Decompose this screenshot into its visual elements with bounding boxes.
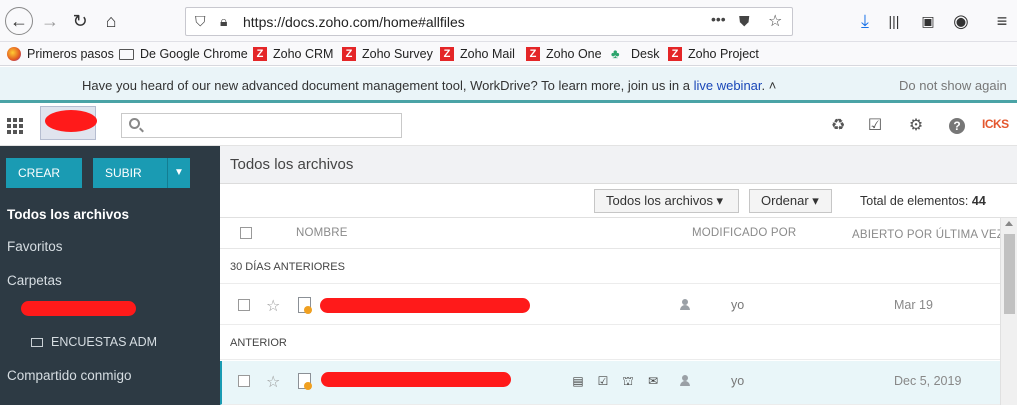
url-text[interactable]: https://docs.zoho.com/home#allfiles — [243, 14, 465, 30]
bookmark-zoho-mail[interactable]: Z Zoho Mail — [440, 46, 515, 62]
filter-dropdown[interactable]: Todos los archivos ▾ — [594, 189, 739, 213]
redaction-mark — [21, 301, 136, 316]
bookmark-primeros-pasos[interactable]: Primeros pasos — [7, 46, 114, 62]
browser-toolbar: ← → ↻ ⌂ ⛉ 🔒︎ https://docs.zoho.com/home#… — [0, 0, 1017, 42]
zoho-icon: Z — [440, 47, 454, 61]
zoho-icon: Z — [342, 47, 356, 61]
file-toolbar: Todos los archivos ▾ Ordenar ▾ Total de … — [220, 184, 1017, 218]
recycle-icon[interactable]: ♻ — [829, 117, 847, 135]
firefox-icon — [7, 47, 21, 61]
desk-icon: ♣ — [611, 46, 620, 61]
app-header: ♻ ☑ ⚙ ? ICKS — [0, 106, 1017, 146]
sidebar-item-favorites[interactable]: Favoritos — [7, 239, 63, 254]
row-actions: ▤ ☑ ⛫ ✉ — [570, 373, 661, 389]
back-arrow-icon[interactable]: ← — [5, 7, 33, 35]
app-grid-icon[interactable] — [7, 118, 23, 134]
sidebar-item-shared[interactable]: Compartido conmigo — [7, 368, 132, 383]
settings-gear-icon[interactable]: ⚙ — [907, 117, 925, 135]
more-icon[interactable]: ••• — [711, 11, 726, 27]
shield-icon[interactable]: ⛉ — [195, 13, 206, 30]
document-icon — [298, 373, 312, 390]
brand-logo[interactable]: ICKS — [982, 117, 1009, 131]
sidebar-item-all-files[interactable]: Todos los archivos — [7, 207, 129, 222]
select-all-checkbox[interactable] — [240, 227, 252, 239]
bookmark-zoho-one[interactable]: Z Zoho One — [526, 46, 602, 62]
menu-icon[interactable]: ≡ — [988, 7, 1016, 35]
sidebar-folder-encuestas[interactable]: ENCUESTAS ADM — [31, 335, 157, 349]
comment-icon[interactable]: ✉ — [645, 373, 661, 389]
review-icon[interactable]: ☑ — [595, 373, 611, 389]
zoho-icon: Z — [253, 47, 267, 61]
row-checkbox[interactable] — [238, 375, 250, 387]
user-icon — [680, 375, 690, 387]
share-icon[interactable]: ⛫ — [620, 373, 636, 389]
preview-icon[interactable]: ▤ — [570, 373, 586, 389]
account-icon[interactable]: ◉ — [947, 7, 975, 35]
main-title-bar: Todos los archivos — [220, 146, 1017, 184]
promo-banner: Have you heard of our new advanced docum… — [0, 67, 1017, 103]
sidebar: CREAR SUBIR ▼ Todos los archivos Favorit… — [0, 146, 220, 405]
redaction-mark — [320, 298, 530, 313]
folder-icon — [31, 337, 43, 347]
column-last-opened[interactable]: ABIERTO POR ÚLTIMA VEZ ▾ — [852, 227, 1013, 241]
row-checkbox[interactable] — [238, 299, 250, 311]
sidebar-icon[interactable]: ▣ — [914, 7, 942, 35]
bookmark-google-chrome[interactable]: De Google Chrome — [119, 46, 248, 62]
section-header: ANTERIOR — [220, 326, 1000, 360]
help-icon[interactable]: ? — [949, 118, 965, 134]
dismiss-banner-link[interactable]: Do not show again — [899, 78, 1007, 93]
modified-by: yo — [731, 374, 745, 388]
webinar-link[interactable]: live webinar — [694, 78, 762, 93]
create-button[interactable]: CREAR — [6, 158, 82, 188]
bookmarks-bar: Primeros pasos De Google Chrome Z Zoho CR… — [0, 42, 1017, 66]
last-opened-date: Dec 5, 2019 — [894, 374, 962, 388]
search-input[interactable] — [121, 113, 402, 138]
page-title: Todos los archivos — [230, 156, 354, 173]
home-icon[interactable]: ⌂ — [97, 7, 125, 35]
scroll-up-arrow-icon[interactable] — [1005, 221, 1013, 226]
favorite-star-icon[interactable]: ☆ — [266, 372, 280, 392]
table-row[interactable]: ☆ yo Mar 19 — [220, 285, 1000, 325]
reload-icon[interactable]: ↻ — [66, 7, 94, 35]
scrollbar[interactable] — [1000, 218, 1017, 405]
last-opened-date: Mar 19 — [894, 298, 933, 312]
sort-dropdown[interactable]: Ordenar ▾ — [749, 189, 832, 213]
redaction-mark — [321, 372, 511, 387]
bookmark-star-icon[interactable]: ☆ — [768, 11, 782, 31]
column-modified-by[interactable]: MODIFICADO POR — [692, 227, 796, 239]
bookmark-zoho-crm[interactable]: Z Zoho CRM — [253, 46, 333, 62]
bookmark-zoho-survey[interactable]: Z Zoho Survey — [342, 46, 433, 62]
modified-by: yo — [731, 298, 745, 312]
redaction-mark — [45, 110, 97, 132]
document-icon — [298, 297, 312, 314]
search-icon — [129, 118, 140, 129]
favorite-star-icon[interactable]: ☆ — [266, 296, 280, 316]
total-items: Total de elementos: 44 — [860, 194, 986, 208]
bookmark-desk[interactable]: ♣ Desk — [611, 46, 659, 62]
url-bar[interactable]: ⛉ 🔒︎ https://docs.zoho.com/home#allfiles… — [185, 7, 793, 36]
forward-arrow-icon[interactable]: → — [36, 7, 64, 35]
lock-icon[interactable]: 🔒︎ — [220, 13, 227, 30]
section-header: 30 DÍAS ANTERIORES — [220, 250, 1000, 284]
user-icon — [680, 299, 690, 311]
scroll-thumb[interactable] — [1004, 234, 1015, 314]
download-icon[interactable]: ⤓ — [851, 7, 879, 35]
table-header: NOMBRE MODIFICADO POR ABIERTO POR ÚLTIMA… — [220, 218, 1017, 249]
banner-message: Have you heard of our new advanced docum… — [82, 78, 777, 93]
tasks-icon[interactable]: ☑ — [866, 117, 884, 135]
library-icon[interactable]: ||| — [880, 7, 908, 35]
zoho-icon: Z — [668, 47, 682, 61]
column-name[interactable]: NOMBRE — [296, 227, 348, 239]
pocket-icon[interactable]: ⛊ — [739, 13, 750, 30]
sidebar-item-folders[interactable]: Carpetas — [7, 273, 62, 288]
folder-icon — [119, 48, 134, 60]
bookmark-zoho-project[interactable]: Z Zoho Project — [668, 46, 759, 62]
zoho-icon: Z — [526, 47, 540, 61]
table-row[interactable]: ☆ ▤ ☑ ⛫ ✉ yo Dec 5, 2019 — [220, 361, 1000, 405]
upload-dropdown-icon[interactable]: ▼ — [167, 158, 190, 188]
